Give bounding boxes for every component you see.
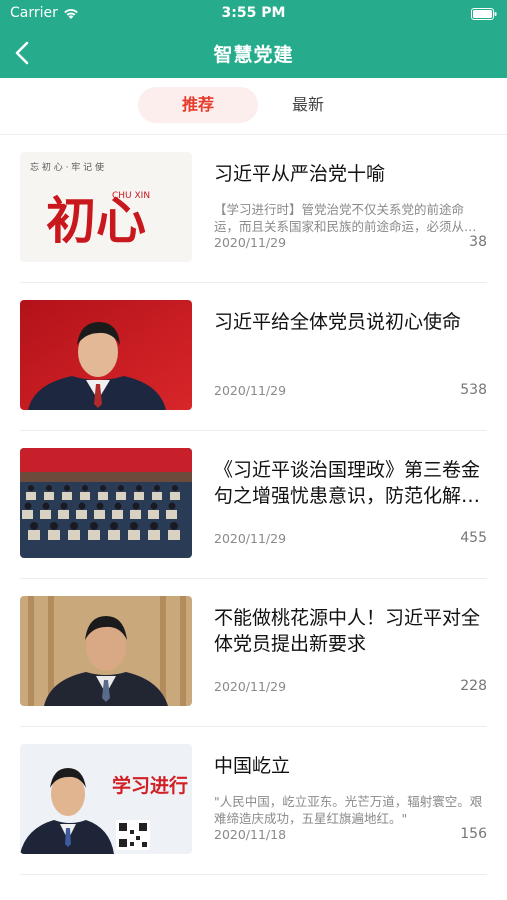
battery-icon: [471, 8, 497, 20]
tab-latest[interactable]: 最新: [268, 87, 348, 123]
article-thumbnail: [20, 448, 192, 558]
article-view-count: 38: [469, 234, 487, 250]
article-title: 《习近平谈治国理政》第三卷金句之增强忧患意识，防范化解重大风险: [214, 459, 481, 507]
article-view-count: 156: [460, 826, 487, 842]
status-time: 3:55 PM: [221, 5, 286, 21]
article-item[interactable]: 习近平给全体党员说初心使命 2020/11/29 538: [0, 283, 507, 431]
thumbnail-caption: 忘 初 心 · 牢 记 使: [30, 161, 104, 173]
thumbnail-brand-text: 学习进行: [112, 774, 188, 797]
tab-bar: 推荐 最新: [0, 78, 507, 135]
status-bar: Carrier 3:55 PM: [0, 0, 507, 28]
article-title: 中国屹立: [214, 755, 291, 777]
article-item[interactable]: 《习近平谈治国理政》第三卷金句之增强忧患意识，防范化解重大风险 2020/11/…: [0, 431, 507, 579]
article-date: 2020/11/29: [214, 531, 287, 546]
article-summary: 【学习进行时】管党治党不仅关系党的前途命运，而且关系国家和民族的前途命运，必须从…: [214, 202, 477, 234]
tab-recommended[interactable]: 推荐: [138, 87, 258, 123]
article-date: 2020/11/29: [214, 383, 287, 398]
article-thumbnail: [20, 300, 192, 410]
article-list: 忘 初 心 · 牢 记 使 初心 CHU XIN 习近平从严治党十喻 【学习进行…: [0, 135, 507, 875]
nav-bar: 智慧党建: [0, 28, 507, 78]
article-title: 习近平从严治党十喻: [214, 163, 386, 185]
article-view-count: 538: [460, 382, 487, 398]
article-view-count: 455: [460, 530, 487, 546]
page-title: 智慧党建: [213, 44, 294, 66]
article-date: 2020/11/18: [214, 827, 287, 842]
article-title: 不能做桃花源中人！习近平对全体党员提出新要求: [214, 607, 481, 655]
article-title: 习近平给全体党员说初心使命: [214, 311, 462, 333]
article-date: 2020/11/29: [214, 679, 287, 694]
divider: [20, 874, 487, 875]
article-thumbnail: 学习进行: [20, 744, 192, 854]
article-thumbnail: 忘 初 心 · 牢 记 使 初心 CHU XIN: [20, 152, 192, 262]
article-date: 2020/11/29: [214, 235, 287, 250]
thumbnail-pinyin: CHU XIN: [112, 191, 150, 201]
article-item[interactable]: 学习进行 中国屹立 "人民中国，屹立亚东。光芒万道，辐射寰空。艰难缔造庆成功，五…: [0, 727, 507, 875]
article-summary: "人民中国，屹立亚东。光芒万道，辐射寰空。艰难缔造庆成功，五星红旗遍地红。": [214, 794, 483, 826]
article-item[interactable]: 不能做桃花源中人！习近平对全体党员提出新要求 2020/11/29 228: [0, 579, 507, 727]
article-item[interactable]: 忘 初 心 · 牢 记 使 初心 CHU XIN 习近平从严治党十喻 【学习进行…: [0, 135, 507, 283]
article-view-count: 228: [460, 678, 487, 694]
article-thumbnail: [20, 596, 192, 706]
